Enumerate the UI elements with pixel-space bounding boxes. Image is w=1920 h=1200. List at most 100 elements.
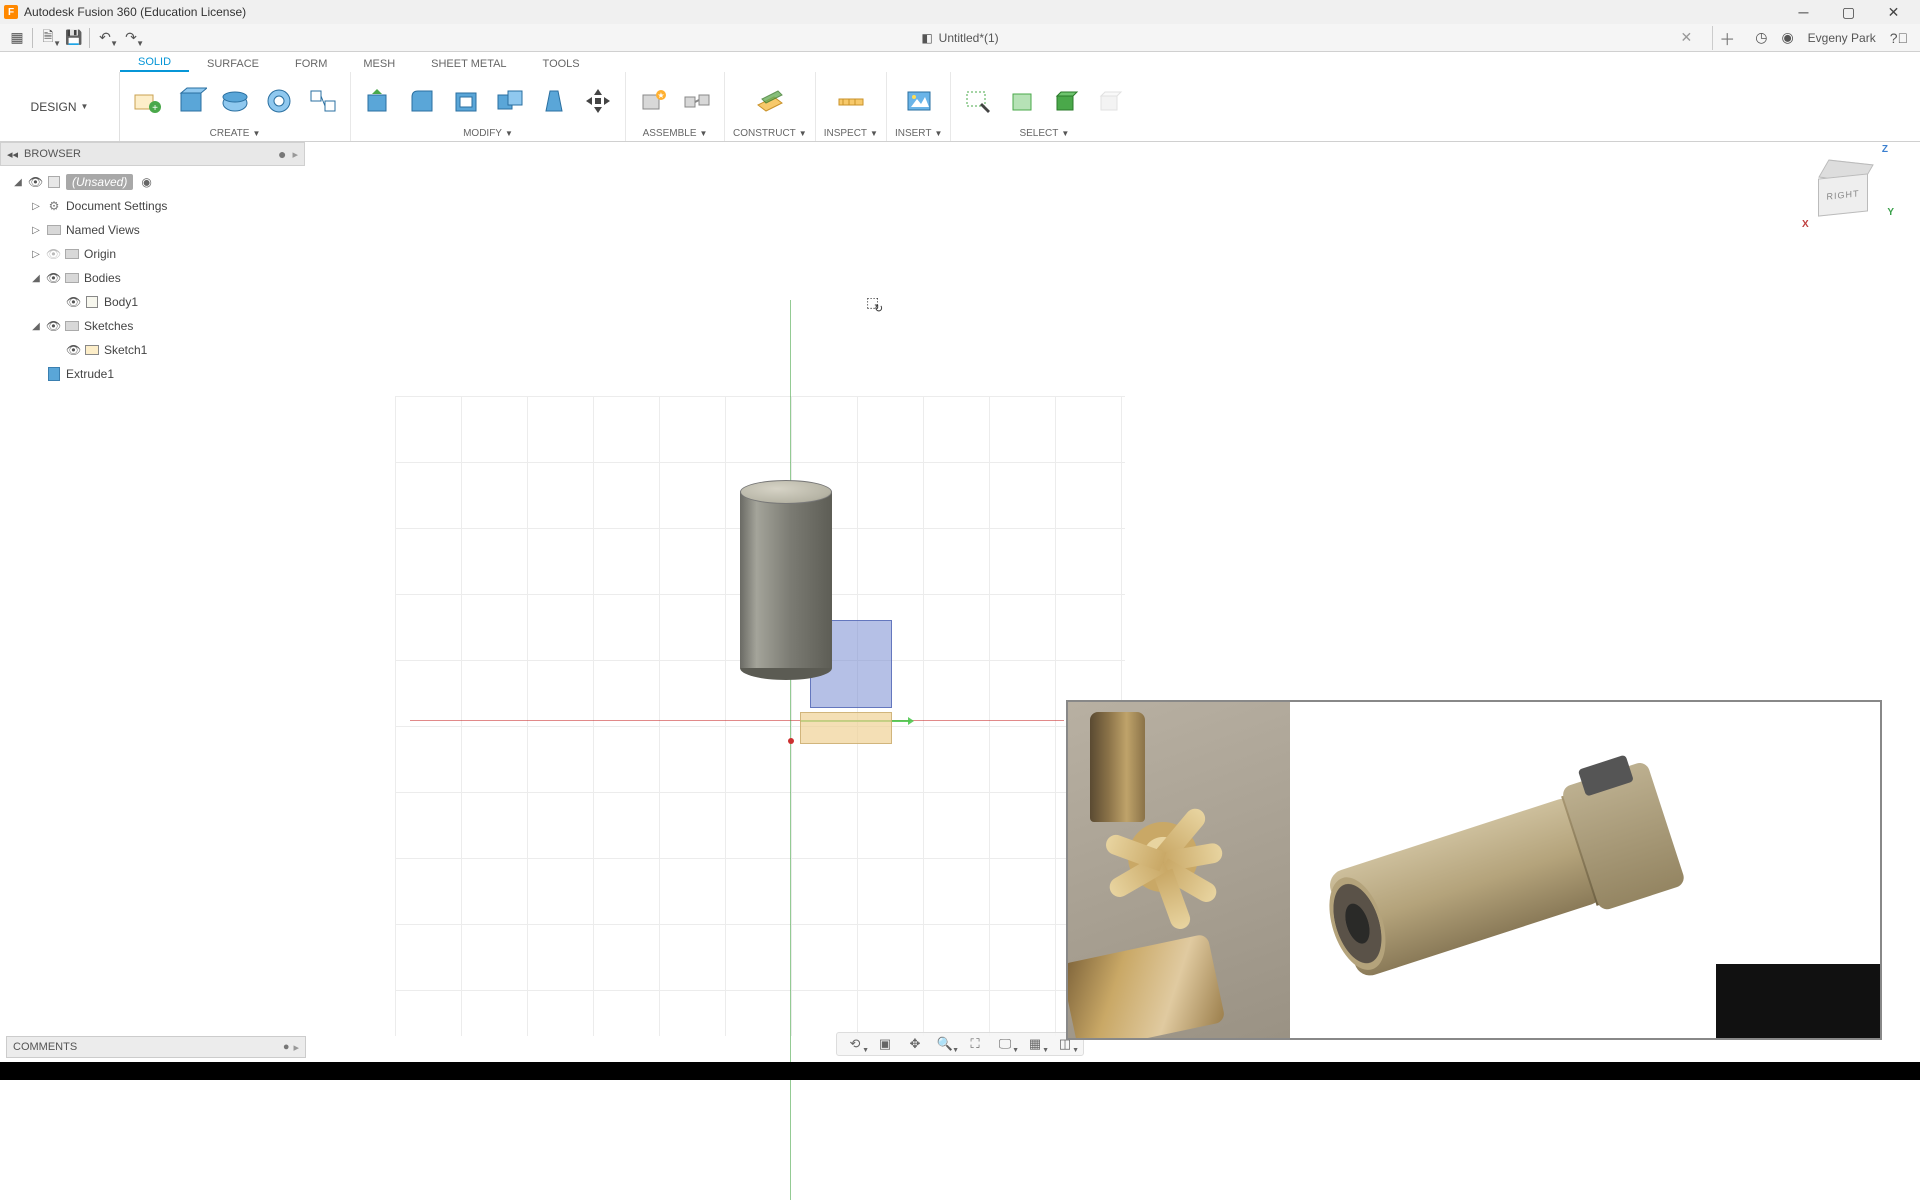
undo-button[interactable]: ↶▼ (92, 26, 118, 50)
window-select-button[interactable] (959, 82, 997, 120)
combine-button[interactable] (491, 82, 529, 120)
look-at-button[interactable]: ▣ (873, 1034, 897, 1054)
comments-bar[interactable]: COMMENTS ● ▸ (6, 1036, 306, 1058)
tree-body1[interactable]: 👁 Body1 (10, 290, 305, 314)
visibility-icon[interactable]: 👁 (46, 319, 60, 333)
expand-icon[interactable]: ▷ (30, 225, 42, 236)
x-axis-line (410, 720, 1064, 721)
extensions-button[interactable]: ◷ (1755, 29, 1767, 46)
expand-icon[interactable]: ▷ (30, 201, 42, 212)
sketch-profile-tan[interactable] (800, 712, 892, 744)
tree-origin[interactable]: ▷ 👁 Origin (10, 242, 305, 266)
viewcube-x-label: X (1802, 219, 1809, 230)
expand-icon[interactable]: ◢ (12, 177, 24, 188)
browser-pin-icon[interactable]: ▸ (292, 148, 298, 161)
select-face-button[interactable] (1003, 82, 1041, 120)
close-button[interactable]: ✕ (1871, 0, 1916, 24)
visibility-icon[interactable]: 👁 (46, 247, 60, 261)
chevron-down-icon[interactable]: ▼ (252, 129, 260, 138)
chevron-down-icon[interactable]: ▼ (1061, 129, 1069, 138)
measure-button[interactable] (832, 82, 870, 120)
pan-button[interactable]: ✥ (903, 1034, 927, 1054)
joint-button[interactable] (678, 82, 716, 120)
expand-icon[interactable]: ▷ (30, 249, 42, 260)
insert-decal-button[interactable] (900, 82, 938, 120)
data-panel-button[interactable]: ▦ (4, 26, 30, 50)
tab-solid[interactable]: SOLID (120, 54, 189, 72)
tree-sketches[interactable]: ◢ 👁 Sketches (10, 314, 305, 338)
construct-plane-button[interactable] (751, 82, 789, 120)
reference-image-window[interactable] (1066, 700, 1882, 1040)
tree-sketch1[interactable]: 👁 Sketch1 (10, 338, 305, 362)
fillet-button[interactable] (403, 82, 441, 120)
visibility-icon[interactable]: 👁 (66, 295, 80, 309)
new-component-button[interactable]: ★ (634, 82, 672, 120)
redo-button[interactable]: ↷▼ (118, 26, 144, 50)
view-cube[interactable]: RIGHT Z Y X (1812, 156, 1880, 224)
select-body-button[interactable] (1047, 82, 1085, 120)
user-name[interactable]: Evgeny Park (1808, 31, 1876, 45)
browser-options-icon[interactable]: ● (278, 146, 286, 162)
tab-tools[interactable]: TOOLS (525, 56, 598, 72)
chevron-down-icon[interactable]: ▼ (870, 129, 878, 138)
tree-document-settings[interactable]: ▷ ⚙ Document Settings (10, 194, 305, 218)
tab-close-button[interactable]: ✕ (1674, 29, 1698, 46)
tab-surface[interactable]: SURFACE (189, 56, 277, 72)
visibility-icon[interactable]: 👁 (28, 175, 42, 189)
expand-icon[interactable]: ◢ (30, 321, 42, 332)
extrude-button[interactable] (172, 82, 210, 120)
body-cylinder[interactable] (740, 480, 832, 680)
shell-button[interactable] (447, 82, 485, 120)
file-menu-button[interactable]: 🗎▼ (35, 26, 61, 50)
group-inspect: INSPECT▼ (816, 72, 887, 141)
tree-bodies[interactable]: ◢ 👁 Bodies (10, 266, 305, 290)
browser-header[interactable]: ◂◂ BROWSER ● ▸ (0, 142, 305, 166)
cursor-icon: ⬚ (866, 294, 879, 311)
revolve-button[interactable] (216, 82, 254, 120)
tab-form[interactable]: FORM (277, 56, 345, 72)
display-settings-button[interactable]: 🖵▼ (993, 1034, 1017, 1054)
group-create-label: CREATE (210, 128, 250, 139)
expand-icon[interactable]: ◢ (30, 273, 42, 284)
workspace-switcher[interactable]: DESIGN ▼ (0, 72, 120, 141)
comments-options-icon[interactable]: ● (283, 1041, 290, 1053)
notifications-button[interactable]: ◉ (1781, 29, 1793, 46)
chevron-down-icon: ▼ (81, 102, 89, 111)
minimize-button[interactable]: ─ (1781, 0, 1826, 24)
visibility-icon[interactable]: 👁 (66, 343, 80, 357)
tab-sheet-metal[interactable]: SHEET METAL (413, 56, 524, 72)
grid-settings-button[interactable]: ▦▼ (1023, 1034, 1047, 1054)
chevron-down-icon[interactable]: ▼ (934, 129, 942, 138)
tree-root[interactable]: ◢ 👁 (Unsaved) ◉ (10, 170, 305, 194)
group-modify: MODIFY▼ (351, 72, 626, 141)
chevron-down-icon[interactable]: ▼ (700, 129, 708, 138)
sweep-button[interactable] (260, 82, 298, 120)
select-component-button[interactable] (1091, 82, 1129, 120)
create-sketch-button[interactable]: + (128, 82, 166, 120)
group-select-label: SELECT (1019, 128, 1058, 139)
move-button[interactable] (579, 82, 617, 120)
help-button[interactable]: ?⃝ (1890, 30, 1908, 46)
visibility-icon[interactable]: 👁 (46, 271, 60, 285)
activate-component-icon[interactable]: ◉ (141, 175, 151, 189)
fit-button[interactable]: ⛶ (963, 1034, 987, 1054)
document-tab[interactable]: ◧ Untitled*(1) (921, 31, 998, 45)
new-tab-button[interactable]: ＋ (1712, 26, 1741, 50)
draft-button[interactable] (535, 82, 573, 120)
save-button[interactable]: 💾 (61, 26, 87, 50)
chevron-down-icon[interactable]: ▼ (505, 129, 513, 138)
comments-pin-icon[interactable]: ▸ (293, 1041, 299, 1054)
origin-point[interactable] (788, 738, 794, 744)
collapse-icon[interactable]: ◂◂ (7, 148, 18, 161)
chevron-down-icon[interactable]: ▼ (799, 129, 807, 138)
orbit-button[interactable]: ⟲▼ (843, 1034, 867, 1054)
tree-named-views[interactable]: ▷ Named Views (10, 218, 305, 242)
tree-extrude1[interactable]: Extrude1 (10, 362, 305, 386)
zoom-button[interactable]: 🔍▼ (933, 1034, 957, 1054)
group-create: + CREATE▼ (120, 72, 351, 141)
loft-button[interactable] (304, 82, 342, 120)
press-pull-button[interactable] (359, 82, 397, 120)
gear-icon: ⚙ (46, 198, 62, 214)
maximize-button[interactable]: ▢ (1826, 0, 1871, 24)
tab-mesh[interactable]: MESH (345, 56, 413, 72)
